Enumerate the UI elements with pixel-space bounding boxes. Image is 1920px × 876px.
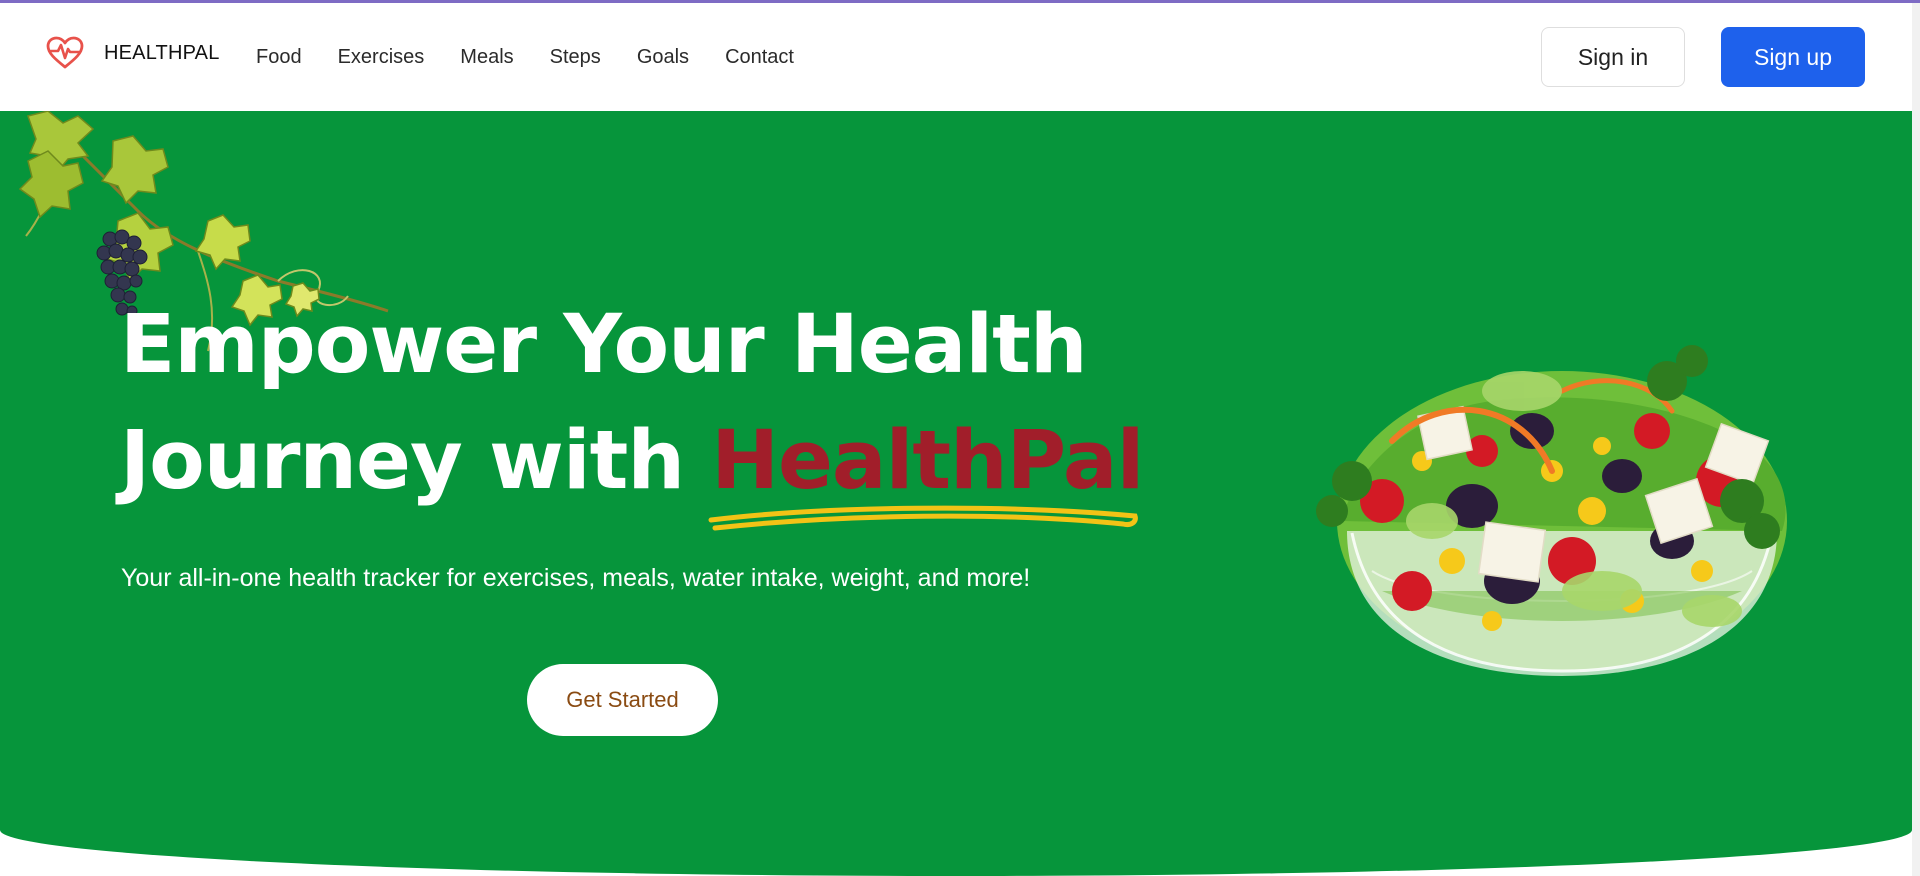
- get-started-button[interactable]: Get Started: [527, 664, 718, 736]
- brand-name: HEALTHPAL: [104, 41, 220, 64]
- sign-up-button[interactable]: Sign up: [1721, 27, 1865, 87]
- app-viewport: HEALTHPAL Food Exercises Meals Steps Goa…: [0, 0, 1920, 876]
- hero-tagline: Your all-in-one health tracker for exerc…: [121, 564, 1031, 592]
- headline-line-2-prefix: Journey with: [120, 414, 712, 508]
- nav-link-meals[interactable]: Meals: [460, 46, 513, 69]
- navbar: HEALTHPAL Food Exercises Meals Steps Goa…: [0, 3, 1912, 111]
- nav-link-contact[interactable]: Contact: [725, 46, 794, 69]
- brand-logo-link[interactable]: HEALTHPAL: [46, 36, 220, 70]
- nav-link-exercises[interactable]: Exercises: [338, 46, 425, 69]
- headline-brand-text: HealthPal: [711, 414, 1144, 508]
- hero-section: Empower Your Health Journey with HealthP…: [0, 111, 1912, 876]
- heart-pulse-icon: [46, 36, 84, 69]
- salad-bowl-illustration: [1316, 345, 1787, 676]
- nav-link-steps[interactable]: Steps: [550, 46, 601, 69]
- nav-link-goals[interactable]: Goals: [637, 46, 689, 69]
- hero-headline: Empower Your Health Journey with HealthP…: [120, 287, 1144, 531]
- highlight-underline-stroke: [708, 505, 1139, 531]
- headline-line-1: Empower Your Health: [120, 298, 1088, 392]
- headline-line-2: Journey with HealthPal: [120, 403, 1144, 531]
- nav-link-food[interactable]: Food: [256, 46, 302, 69]
- nav-links: Food Exercises Meals Steps Goals Contact: [256, 46, 830, 69]
- sign-in-button[interactable]: Sign in: [1541, 27, 1685, 87]
- headline-brand-highlight: HealthPal: [708, 414, 1144, 531]
- page-scrollbar[interactable]: [1912, 3, 1920, 876]
